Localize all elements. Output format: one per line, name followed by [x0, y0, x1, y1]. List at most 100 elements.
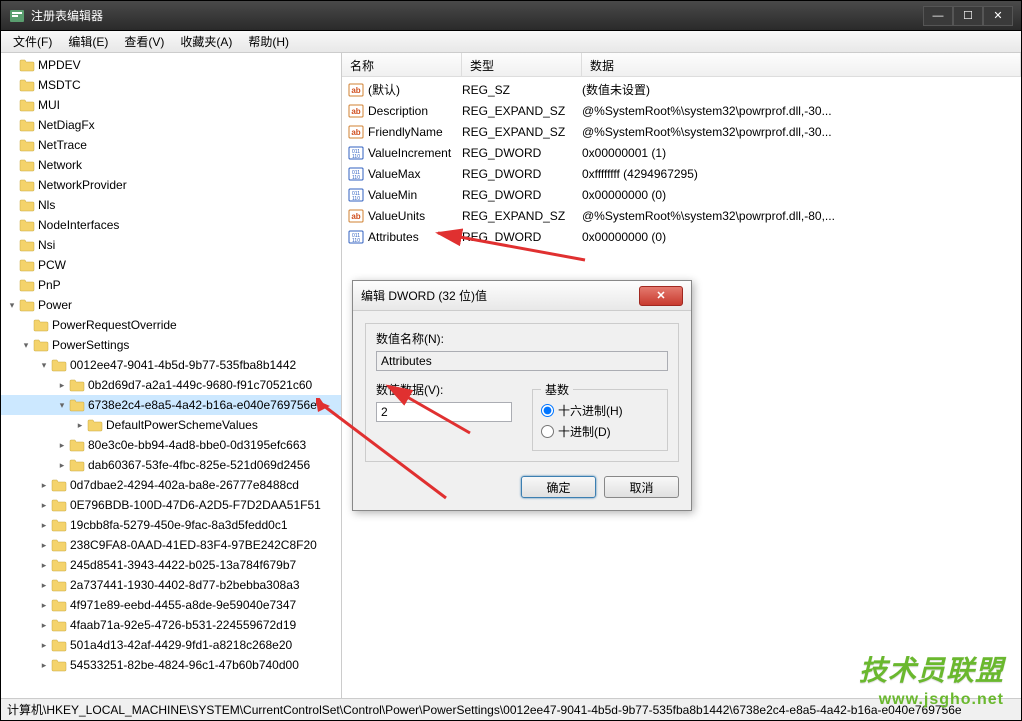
tree-expander-icon[interactable]: ▸	[73, 418, 87, 432]
tree-expander-icon[interactable]: ▸	[37, 638, 51, 652]
dialog-close-button[interactable]: ✕	[639, 286, 683, 306]
tree-item[interactable]: ▾ Power	[1, 295, 341, 315]
tree-expander-icon[interactable]: ▾	[5, 298, 19, 312]
tree-item[interactable]: Nsi	[1, 235, 341, 255]
minimize-button[interactable]: —	[923, 6, 953, 26]
tree-label: Power	[38, 298, 72, 312]
ok-button[interactable]: 确定	[521, 476, 596, 498]
value-type: REG_SZ	[462, 83, 582, 97]
tree-expander-icon[interactable]: ▸	[55, 458, 69, 472]
tree-pane[interactable]: MPDEVMSDTCMUINetDiagFxNetTraceNetworkNet…	[1, 53, 342, 698]
list-row[interactable]: 011110ValueIncrementREG_DWORD0x00000001 …	[342, 142, 1021, 163]
tree-item[interactable]: ▸0b2d69d7-a2a1-449c-9680-f91c70521c60	[1, 375, 341, 395]
tree-expander-icon[interactable]	[5, 158, 19, 172]
tree-expander-icon[interactable]	[5, 118, 19, 132]
tree-expander-icon[interactable]	[5, 178, 19, 192]
close-button[interactable]: ✕	[983, 6, 1013, 26]
tree-expander-icon[interactable]: ▾	[19, 338, 33, 352]
tree-item[interactable]: MSDTC	[1, 75, 341, 95]
tree-item[interactable]: MPDEV	[1, 55, 341, 75]
tree-item[interactable]: ▾0012ee47-9041-4b5d-9b77-535fba8b1442	[1, 355, 341, 375]
tree-expander-icon[interactable]: ▸	[55, 378, 69, 392]
list-row[interactable]: 011110ValueMaxREG_DWORD0xffffffff (42949…	[342, 163, 1021, 184]
header-name[interactable]: 名称	[342, 53, 462, 76]
menu-file[interactable]: 文件(F)	[5, 31, 60, 52]
value-type: REG_DWORD	[462, 167, 582, 181]
tree-expander-icon[interactable]	[5, 58, 19, 72]
list-row[interactable]: 011110ValueMinREG_DWORD0x00000000 (0)	[342, 184, 1021, 205]
tree-expander-icon[interactable]: ▸	[37, 618, 51, 632]
menu-help[interactable]: 帮助(H)	[240, 31, 297, 52]
maximize-button[interactable]: ☐	[953, 6, 983, 26]
list-row[interactable]: ab(默认)REG_SZ(数值未设置)	[342, 79, 1021, 100]
tree-item[interactable]: Nls	[1, 195, 341, 215]
tree-expander-icon[interactable]	[5, 218, 19, 232]
tree-expander-icon[interactable]: ▸	[37, 478, 51, 492]
tree-expander-icon[interactable]: ▸	[37, 578, 51, 592]
tree-expander-icon[interactable]	[5, 138, 19, 152]
svg-text:ab: ab	[351, 212, 360, 221]
tree-item[interactable]: ▸ 19cbb8fa-5279-450e-9fac-8a3d5fedd0c1	[1, 515, 341, 535]
value-name: ValueUnits	[368, 209, 425, 223]
list-row[interactable]: abDescriptionREG_EXPAND_SZ@%SystemRoot%\…	[342, 100, 1021, 121]
menu-favorites[interactable]: 收藏夹(A)	[172, 31, 240, 52]
list-row[interactable]: abFriendlyNameREG_EXPAND_SZ@%SystemRoot%…	[342, 121, 1021, 142]
tree-expander-icon[interactable]: ▸	[37, 658, 51, 672]
statusbar: 计算机\HKEY_LOCAL_MACHINE\SYSTEM\CurrentCon…	[1, 698, 1021, 720]
value-data-input[interactable]	[376, 402, 512, 422]
tree-item[interactable]: ▸245d8541-3943-4422-b025-13a784f679b7	[1, 555, 341, 575]
tree-expander-icon[interactable]	[19, 318, 33, 332]
tree-item[interactable]: ▸4faab71a-92e5-4726-b531-224559672d19	[1, 615, 341, 635]
tree-expander-icon[interactable]	[5, 198, 19, 212]
tree-expander-icon[interactable]: ▸	[37, 598, 51, 612]
tree-label: 19cbb8fa-5279-450e-9fac-8a3d5fedd0c1	[70, 518, 288, 532]
tree-item[interactable]: ▸DefaultPowerSchemeValues	[1, 415, 341, 435]
tree-item[interactable]: ▸54533251-82be-4824-96c1-47b60b740d00	[1, 655, 341, 675]
header-data[interactable]: 数据	[582, 53, 1021, 76]
tree-expander-icon[interactable]	[5, 78, 19, 92]
tree-item[interactable]: Network	[1, 155, 341, 175]
tree-expander-icon[interactable]: ▾	[55, 398, 69, 412]
value-name-input	[376, 351, 668, 371]
value-data: @%SystemRoot%\system32\powrprof.dll,-30.…	[582, 125, 1021, 139]
tree-item[interactable]: ▸dab60367-53fe-4fbc-825e-521d069d2456	[1, 455, 341, 475]
tree-item[interactable]: ▸80e3c0e-bb94-4ad8-bbe0-0d3195efc663	[1, 435, 341, 455]
tree-expander-icon[interactable]	[5, 238, 19, 252]
tree-expander-icon[interactable]	[5, 278, 19, 292]
tree-expander-icon[interactable]: ▸	[37, 498, 51, 512]
tree-expander-icon[interactable]	[5, 258, 19, 272]
tree-item[interactable]: PowerRequestOverride	[1, 315, 341, 335]
tree-expander-icon[interactable]: ▸	[37, 558, 51, 572]
tree-item[interactable]: NetDiagFx	[1, 115, 341, 135]
tree-expander-icon[interactable]	[5, 98, 19, 112]
tree-item[interactable]: MUI	[1, 95, 341, 115]
header-type[interactable]: 类型	[462, 53, 582, 76]
tree-item[interactable]: PnP	[1, 275, 341, 295]
tree-item[interactable]: ▾6738e2c4-e8a5-4a42-b16a-e040e769756e	[1, 395, 341, 415]
tree-item[interactable]: ▾PowerSettings	[1, 335, 341, 355]
tree-item[interactable]: ▸0d7dbae2-4294-402a-ba8e-26777e8488cd	[1, 475, 341, 495]
tree-item[interactable]: PCW	[1, 255, 341, 275]
tree-expander-icon[interactable]: ▾	[37, 358, 51, 372]
tree-item[interactable]: NetworkProvider	[1, 175, 341, 195]
tree-item[interactable]: NodeInterfaces	[1, 215, 341, 235]
list-row[interactable]: abValueUnitsREG_EXPAND_SZ@%SystemRoot%\s…	[342, 205, 1021, 226]
tree-expander-icon[interactable]: ▸	[37, 518, 51, 532]
cancel-button[interactable]: 取消	[604, 476, 679, 498]
tree-item[interactable]: ▸2a737441-1930-4402-8d77-b2bebba308a3	[1, 575, 341, 595]
tree-item[interactable]: ▸0E796BDB-100D-47D6-A2D5-F7D2DAA51F51	[1, 495, 341, 515]
tree-item[interactable]: ▸238C9FA8-0AAD-41ED-83F4-97BE242C8F20	[1, 535, 341, 555]
menu-view[interactable]: 查看(V)	[116, 31, 172, 52]
tree-item[interactable]: NetTrace	[1, 135, 341, 155]
radio-hex[interactable]	[541, 404, 554, 417]
tree-expander-icon[interactable]: ▸	[55, 438, 69, 452]
tree-expander-icon[interactable]: ▸	[37, 538, 51, 552]
value-type: REG_EXPAND_SZ	[462, 209, 582, 223]
tree-item[interactable]: ▸4f971e89-eebd-4455-a8de-9e59040e7347	[1, 595, 341, 615]
value-type: REG_DWORD	[462, 230, 582, 244]
value-name-label: 数值名称(N):	[376, 330, 668, 347]
radio-dec[interactable]	[541, 425, 554, 438]
tree-item[interactable]: ▸501a4d13-42af-4429-9fd1-a8218c268e20	[1, 635, 341, 655]
menu-edit[interactable]: 编辑(E)	[60, 31, 116, 52]
list-row[interactable]: 011110AttributesREG_DWORD0x00000000 (0)	[342, 226, 1021, 247]
